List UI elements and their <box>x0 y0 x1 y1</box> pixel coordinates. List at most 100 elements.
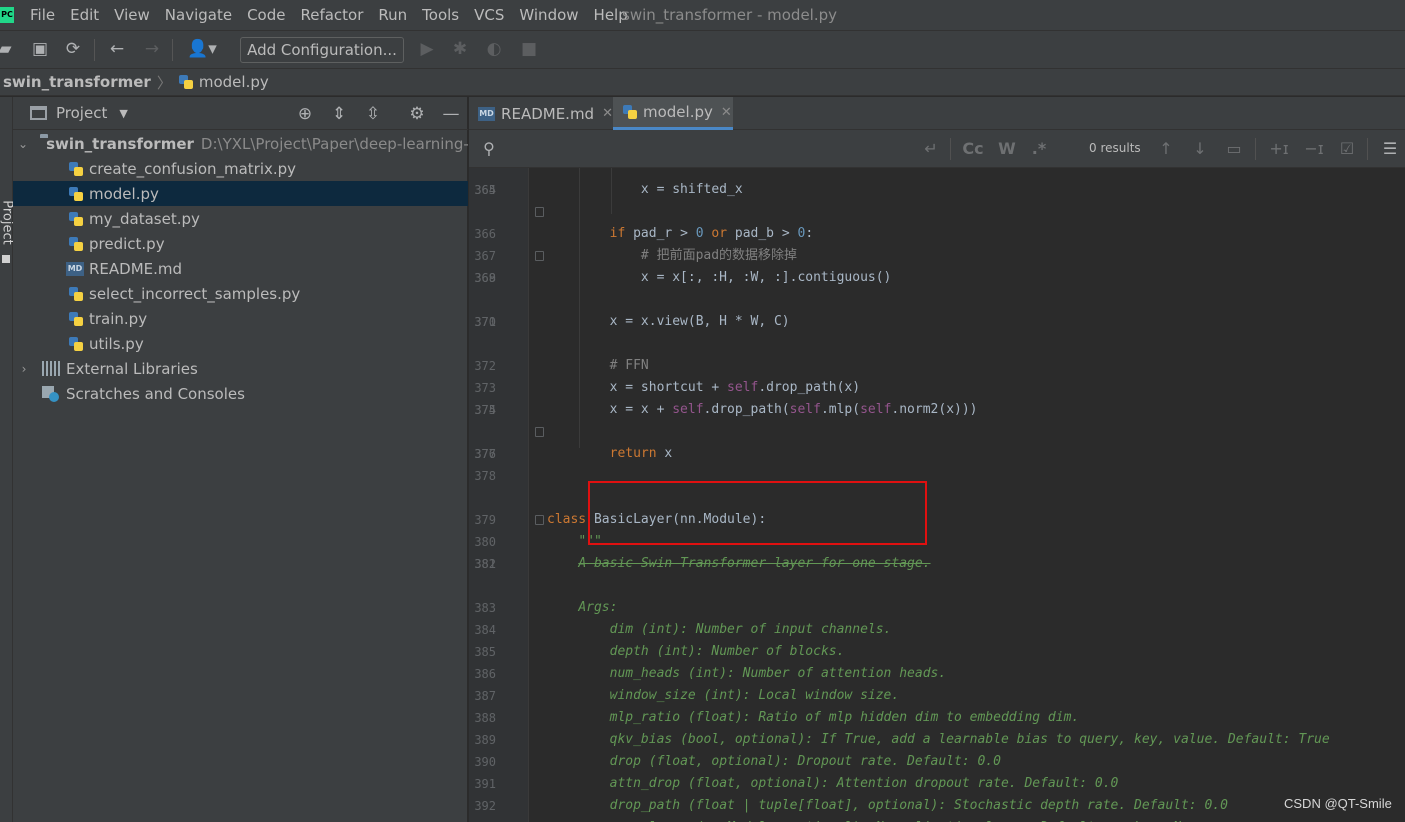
list-item[interactable]: create_confusion_matrix.py <box>13 156 468 181</box>
list-item[interactable]: MD README.md <box>13 256 468 281</box>
find-separator <box>1255 138 1256 160</box>
tree-root-folder[interactable]: ⌄ swin_transformer D:\YXL\Project\Paper\… <box>13 131 468 156</box>
scratches-icon <box>42 385 60 402</box>
gear-icon[interactable]: ⚙ <box>406 103 428 125</box>
root-folder-path: D:\YXL\Project\Paper\deep-learning-for- <box>200 134 468 153</box>
close-icon[interactable]: ✕ <box>602 106 613 121</box>
hide-panel-icon[interactable]: — <box>440 103 462 125</box>
file-name: predict.py <box>89 234 165 253</box>
fold-icon[interactable] <box>535 427 544 437</box>
breadcrumb: swin_transformer 〉 model.py <box>0 68 1405 96</box>
user-dropdown-icon[interactable]: 👤▾ <box>184 38 220 60</box>
tab-label: README.md <box>501 104 595 123</box>
chevron-down-icon[interactable]: ⌄ <box>18 137 28 151</box>
regex-toggle[interactable]: .* <box>1028 138 1050 160</box>
expand-all-icon[interactable]: ⇕ <box>328 103 350 125</box>
close-icon[interactable]: ✕ <box>721 105 732 120</box>
code-line: 366 if pad_r > 0 or pad_b > 0: <box>469 201 1405 241</box>
arrow-up-icon[interactable]: ↑ <box>1155 138 1177 160</box>
editor-tabs: MD README.md ✕ model.py ✕ <box>469 97 1405 130</box>
new-line-icon[interactable]: ↵ <box>920 138 942 160</box>
editor: MD README.md ✕ model.py ✕ ⚲ ↵ Cc W .* 0 … <box>469 97 1405 822</box>
file-name: my_dataset.py <box>89 209 200 228</box>
project-view-selector[interactable]: Project ▼ <box>30 104 128 122</box>
stop-icon[interactable]: ■ <box>518 38 540 60</box>
back-arrow-icon[interactable]: ← <box>106 38 128 60</box>
python-file-icon <box>68 236 84 252</box>
select-all-occurrences-icon[interactable]: ▭ <box>1223 138 1245 160</box>
menu-view[interactable]: View <box>114 6 150 24</box>
code-line: 364 x = shifted_x <box>474 182 743 197</box>
menu-tools[interactable]: Tools <box>422 6 459 24</box>
menu-vcs[interactable]: VCS <box>474 6 504 24</box>
forward-arrow-icon[interactable]: → <box>141 38 163 60</box>
list-item-selected[interactable]: model.py <box>13 181 468 206</box>
sync-icon[interactable]: ⟳ <box>62 38 84 60</box>
markdown-file-icon: MD <box>478 106 496 121</box>
locate-file-icon[interactable]: ⊕ <box>294 103 316 125</box>
collapse-all-icon[interactable]: ⇳ <box>362 103 384 125</box>
list-item[interactable]: utils.py <box>13 331 468 356</box>
filter-icon[interactable]: ☰ <box>1379 138 1401 160</box>
coverage-icon[interactable]: ◐ <box>483 38 505 60</box>
code-line: 372 # FFN <box>474 358 649 373</box>
library-icon <box>42 361 60 376</box>
chevron-right-icon: 〉 <box>156 73 172 92</box>
open-folder-icon[interactable]: ▰ <box>0 38 16 60</box>
tool-window-strip: Project <box>0 97 15 822</box>
search-input[interactable] <box>503 136 913 162</box>
code-line: 375 <box>474 403 496 417</box>
menu-run[interactable]: Run <box>378 6 407 24</box>
menu-edit[interactable]: Edit <box>70 6 99 24</box>
tab-readme[interactable]: MD README.md ✕ <box>469 97 613 130</box>
select-all-icon[interactable]: ☑ <box>1335 138 1359 160</box>
run-icon[interactable]: ▶ <box>416 38 438 60</box>
scratches-label: Scratches and Consoles <box>66 384 245 403</box>
python-file-icon <box>68 211 84 227</box>
debug-icon[interactable]: ✱ <box>449 38 471 60</box>
code-line: 376 return x <box>469 421 1405 461</box>
chevron-right-icon[interactable]: › <box>18 362 30 376</box>
tab-model[interactable]: model.py ✕ <box>613 97 733 130</box>
arrow-down-icon[interactable]: ↓ <box>1189 138 1211 160</box>
code-line: 390 drop (float, optional): Dropout rate… <box>474 754 1001 769</box>
search-icon[interactable]: ⚲ <box>477 138 501 160</box>
markdown-file-icon: MD <box>66 261 84 276</box>
chevron-down-icon: ▼ <box>119 106 128 120</box>
save-icon[interactable]: ▣ <box>29 38 51 60</box>
menu-code[interactable]: Code <box>247 6 285 24</box>
list-item[interactable]: train.py <box>13 306 468 331</box>
list-item[interactable]: predict.py <box>13 231 468 256</box>
fold-icon[interactable] <box>535 207 544 217</box>
menu-refactor[interactable]: Refactor <box>300 6 363 24</box>
breadcrumb-file[interactable]: model.py <box>199 73 269 91</box>
menu-file[interactable]: File <box>30 6 55 24</box>
menu-navigate[interactable]: Navigate <box>165 6 232 24</box>
breadcrumb-project[interactable]: swin_transformer <box>3 73 151 91</box>
tree-external-libraries[interactable]: › External Libraries <box>13 356 468 381</box>
menu-window[interactable]: Window <box>519 6 578 24</box>
tab-label: model.py <box>643 103 713 121</box>
python-file-icon <box>68 286 84 302</box>
root-folder-name: swin_transformer <box>46 134 194 153</box>
structure-icon[interactable] <box>2 255 10 263</box>
list-item[interactable]: my_dataset.py <box>13 206 468 231</box>
watermark: CSDN @QT-Smile <box>1284 796 1392 811</box>
fold-icon[interactable] <box>535 251 544 261</box>
code-line: 392 drop_path (float | tuple[float], opt… <box>474 798 1228 813</box>
file-name: utils.py <box>89 334 144 353</box>
list-item[interactable]: select_incorrect_samples.py <box>13 281 468 306</box>
code-line: 367 # 把前面pad的数据移除掉 <box>474 248 798 263</box>
code-line: 382 <box>474 557 496 571</box>
file-name: select_incorrect_samples.py <box>89 284 301 303</box>
code-line: 386 num_heads (int): Number of attention… <box>474 666 947 681</box>
remove-occurrence-icon[interactable]: −ɪ <box>1302 138 1326 160</box>
add-occurrence-icon[interactable]: +ɪ <box>1267 138 1291 160</box>
match-case-toggle[interactable]: Cc <box>962 138 984 160</box>
fold-icon[interactable] <box>535 515 544 525</box>
whole-word-toggle[interactable]: W <box>996 138 1018 160</box>
tree-scratches[interactable]: Scratches and Consoles <box>13 381 468 406</box>
menu-bar: PC File Edit View Navigate Code Refactor… <box>0 0 1405 30</box>
file-name: create_confusion_matrix.py <box>89 159 297 178</box>
add-configuration-button[interactable]: Add Configuration... <box>240 37 404 63</box>
